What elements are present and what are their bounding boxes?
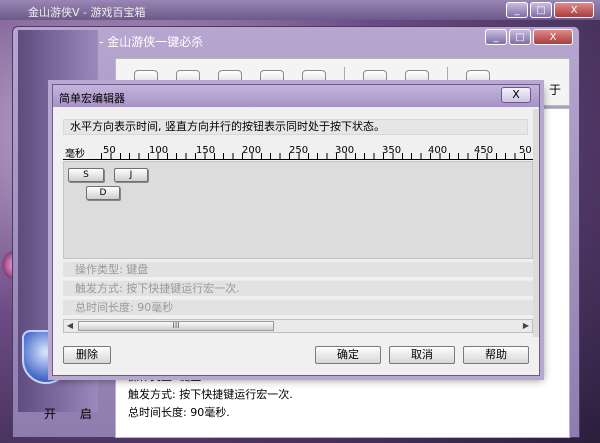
key-button-d[interactable]: D [86, 186, 120, 200]
main-info-duration: 总时间长度: 90毫秒. [128, 406, 230, 419]
minimize-button[interactable]: _ [485, 29, 507, 45]
cancel-button[interactable]: 取消 [389, 346, 455, 364]
open-label[interactable]: 开 启 [44, 405, 102, 422]
key-button-j[interactable]: J [114, 168, 148, 182]
macro-timeline[interactable]: S J D [63, 161, 533, 259]
background-close-button[interactable]: X [554, 2, 594, 18]
background-window-titlebar: 金山游侠V - 游戏百宝箱 _ □ X [0, 0, 600, 20]
key-button-s[interactable]: S [68, 168, 104, 182]
maximize-button[interactable]: □ [509, 29, 531, 45]
help-button[interactable]: 帮助 [463, 346, 529, 364]
background-maximize-button[interactable]: □ [530, 2, 552, 18]
close-button[interactable]: X [533, 29, 573, 45]
ruler-ticks [101, 153, 531, 159]
dialog-close-button[interactable]: X [501, 87, 531, 103]
info-duration: 总时间长度: 90毫秒 [63, 299, 533, 315]
vertical-scrollbar[interactable] [533, 109, 539, 337]
scroll-left-arrow[interactable]: ◀ [64, 320, 76, 332]
ruler-unit-label: 毫秒 [65, 149, 85, 160]
macro-editor-dialog: 简单宏编辑器 X 水平方向表示时间, 竖直方向并行的按钮表示同时处于按下状态。 … [52, 84, 540, 376]
scroll-right-arrow[interactable]: ▶ [520, 320, 532, 332]
toolbar-label: 于 [548, 83, 561, 97]
background-window-title: 金山游侠V - 游戏百宝箱 [28, 6, 146, 19]
time-ruler: 毫秒 50 100 150 200 250 300 350 400 450 50 [63, 145, 533, 160]
horizontal-scrollbar[interactable]: ◀ III ▶ [63, 319, 533, 333]
background-minimize-button[interactable]: _ [506, 2, 528, 18]
info-trigger: 触发方式: 按下快捷键运行宏一次. [63, 280, 533, 296]
delete-button[interactable]: 删除 [63, 346, 111, 364]
hint-text: 水平方向表示时间, 竖直方向并行的按钮表示同时处于按下状态。 [63, 119, 528, 135]
ok-button[interactable]: 确定 [315, 346, 381, 364]
main-info-trigger: 触发方式: 按下快捷键运行宏一次. [128, 388, 293, 401]
dialog-title: 简单宏编辑器 [59, 92, 125, 105]
scrollbar-thumb[interactable]: III [78, 321, 274, 331]
dialog-titlebar: 简单宏编辑器 X [53, 85, 539, 107]
info-optype: 操作类型: 键盘 [63, 261, 533, 277]
